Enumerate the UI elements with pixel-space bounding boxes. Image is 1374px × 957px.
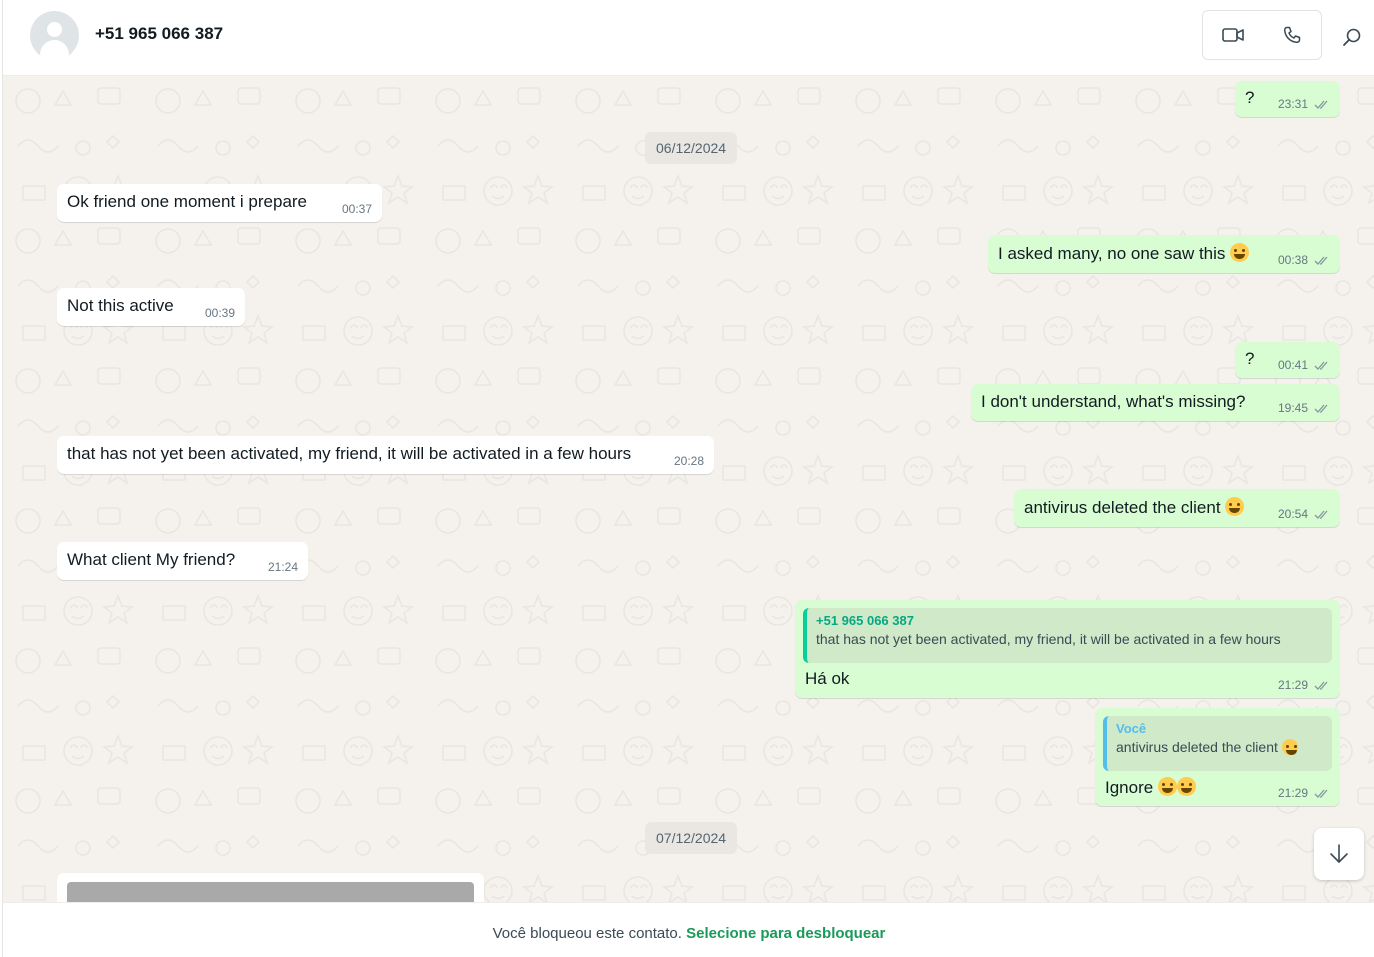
quoted-author: Você xyxy=(1116,721,1147,736)
joy-emoji-icon xyxy=(1157,777,1177,796)
phone-icon xyxy=(1283,26,1300,44)
message-meta: 20:28 xyxy=(674,454,704,468)
read-double-check-icon xyxy=(1314,404,1328,413)
message-incoming-image[interactable] xyxy=(57,873,484,902)
contact-avatar[interactable] xyxy=(30,11,79,60)
video-call-icon xyxy=(1221,28,1244,42)
call-buttons xyxy=(1202,10,1322,60)
message-meta: 19:45 xyxy=(1278,401,1330,415)
message-text-row: Ignore xyxy=(1105,777,1196,798)
message-text: that has not yet been activated, my frie… xyxy=(67,444,632,463)
message-outgoing[interactable]: ? 00:41 xyxy=(1235,342,1340,378)
message-time: 00:38 xyxy=(1277,253,1308,267)
read-double-check-icon xyxy=(1314,510,1328,519)
image-placeholder[interactable] xyxy=(67,882,474,902)
quoted-text: that has not yet been activated, my frie… xyxy=(816,631,1281,647)
message-time: 21:29 xyxy=(1277,786,1308,800)
message-outgoing-reply[interactable]: +51 965 066 387 that has not yet been ac… xyxy=(795,600,1340,698)
read-double-check-icon xyxy=(1314,100,1328,109)
read-double-check-icon xyxy=(1314,256,1328,265)
read-double-check-icon xyxy=(1314,681,1328,690)
date-separator: 07/12/2024 xyxy=(645,822,738,854)
sweat-smile-emoji-icon xyxy=(1176,777,1196,796)
message-text: ? xyxy=(1245,88,1255,107)
read-double-check-icon xyxy=(1314,361,1328,370)
quoted-text-row: antivirus deleted the client xyxy=(1116,739,1332,755)
message-incoming[interactable]: Ok friend one moment i prepare 00:37 xyxy=(57,184,382,222)
message-meta: 20:54 xyxy=(1278,507,1330,521)
search-button[interactable] xyxy=(1339,24,1365,50)
chat-window: +51 965 066 387 ? 23:31 06/12/2024 Ok fr… xyxy=(2,0,1374,957)
message-text: I asked many, no one saw this xyxy=(998,244,1226,263)
message-meta: 00:38 xyxy=(1278,253,1330,267)
message-meta: 21:24 xyxy=(268,560,298,574)
message-text: Not this active xyxy=(67,296,174,315)
sweat-smile-emoji-icon xyxy=(1230,243,1250,262)
message-time: 00:41 xyxy=(1277,358,1308,372)
sweat-smile-emoji-icon xyxy=(1281,739,1298,755)
message-time: 00:37 xyxy=(341,202,372,216)
message-text: antivirus deleted the client xyxy=(1024,498,1221,517)
message-incoming[interactable]: that has not yet been activated, my frie… xyxy=(57,436,714,474)
message-time: 19:45 xyxy=(1277,401,1308,415)
contact-name[interactable]: +51 965 066 387 xyxy=(95,24,223,44)
message-time: 23:31 xyxy=(1277,97,1308,111)
message-time: 21:29 xyxy=(1277,678,1308,692)
message-time: 00:39 xyxy=(204,306,235,320)
message-text: ? xyxy=(1245,349,1255,368)
message-outgoing[interactable]: ? 23:31 xyxy=(1235,81,1340,117)
quoted-author: +51 965 066 387 xyxy=(816,613,914,628)
message-text: What client My friend? xyxy=(67,550,236,569)
message-time: 20:28 xyxy=(673,454,704,468)
video-call-button[interactable] xyxy=(1203,11,1262,59)
message-meta: 21:29 xyxy=(1278,786,1330,800)
read-double-check-icon xyxy=(1314,789,1328,798)
search-icon xyxy=(1343,28,1361,46)
message-time: 20:54 xyxy=(1277,507,1308,521)
default-avatar-icon xyxy=(47,22,62,37)
message-text: Há ok xyxy=(805,669,850,688)
message-outgoing[interactable]: antivirus deleted the client 20:54 xyxy=(1014,489,1340,527)
message-outgoing[interactable]: I don't understand, what's missing? 19:4… xyxy=(971,384,1340,421)
message-text: Ignore xyxy=(1105,778,1154,797)
date-separator: 06/12/2024 xyxy=(645,132,738,164)
scroll-to-bottom-button[interactable] xyxy=(1314,828,1364,880)
quoted-text: antivirus deleted the client xyxy=(1116,739,1278,755)
message-meta: 00:39 xyxy=(205,306,235,320)
unblock-link[interactable]: Selecione para desbloquear xyxy=(686,925,885,942)
chat-header: +51 965 066 387 xyxy=(3,0,1374,76)
message-time: 21:24 xyxy=(267,560,298,574)
message-text-row: I asked many, no one saw this xyxy=(998,243,1250,264)
message-outgoing[interactable]: I asked many, no one saw this 00:38 xyxy=(988,235,1340,273)
arrow-down-icon xyxy=(1330,844,1348,863)
voice-call-button[interactable] xyxy=(1262,11,1321,59)
message-meta: 21:29 xyxy=(1278,678,1330,692)
message-list[interactable]: ? 23:31 06/12/2024 Ok friend one moment … xyxy=(3,76,1374,902)
message-meta: 00:41 xyxy=(1278,358,1330,372)
message-meta: 00:37 xyxy=(342,202,372,216)
message-incoming[interactable]: Not this active 00:39 xyxy=(57,288,245,326)
message-outgoing-reply[interactable]: Você antivirus deleted the client Ignore… xyxy=(1095,708,1340,806)
quoted-message[interactable]: Você antivirus deleted the client xyxy=(1103,716,1332,771)
message-text-row: antivirus deleted the client xyxy=(1024,497,1245,518)
message-meta: 23:31 xyxy=(1278,97,1330,111)
message-incoming[interactable]: What client My friend? 21:24 xyxy=(57,542,308,580)
message-text: Ok friend one moment i prepare xyxy=(67,192,308,211)
blocked-notice: Você bloqueou este contato. xyxy=(492,925,682,942)
blocked-footer: Você bloqueou este contato. Selecione pa… xyxy=(3,902,1374,957)
message-text: I don't understand, what's missing? xyxy=(981,392,1246,411)
quoted-message[interactable]: +51 965 066 387 that has not yet been ac… xyxy=(803,608,1332,663)
sweat-smile-emoji-icon xyxy=(1225,497,1245,516)
